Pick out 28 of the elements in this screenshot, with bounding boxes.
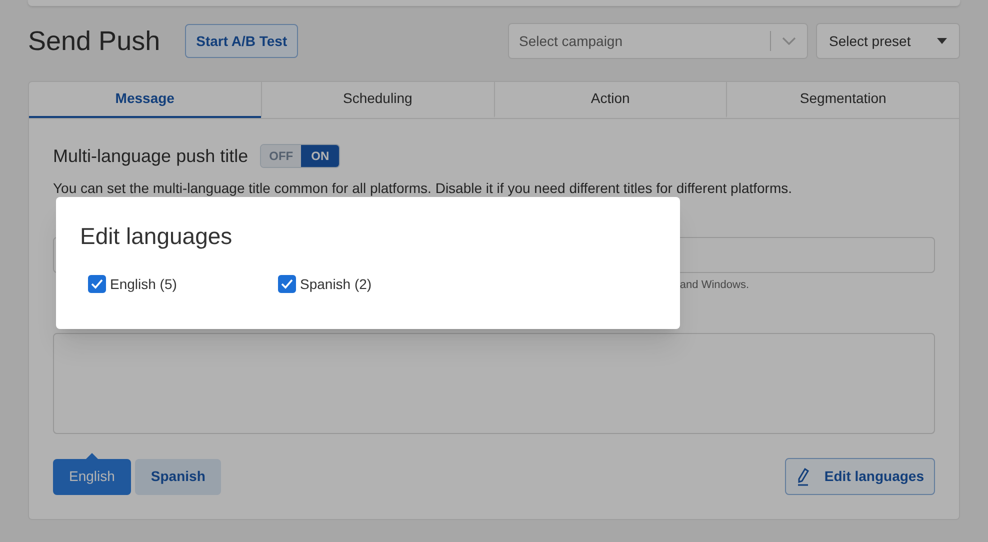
caret-down-icon (937, 38, 947, 44)
select-placeholder: Select preset (829, 32, 911, 51)
modal-title: Edit languages (80, 222, 234, 251)
checkbox-label: Spanish (2) (300, 274, 372, 294)
tab[interactable]: Scheduling (260, 82, 494, 118)
tab[interactable]: Message (29, 82, 261, 118)
pencil-icon (796, 468, 810, 486)
tab[interactable]: Action (494, 82, 726, 118)
checkbox-label: English (5) (110, 274, 177, 294)
language-button[interactable]: English (53, 458, 131, 494)
description-text: You can set the multi-language title common for all platforms. Disable it if you need different titles for different platforms. (53, 178, 794, 198)
language-button[interactable]: Spanish (134, 458, 222, 494)
edit-languages-button[interactable]: Edit languages (785, 458, 935, 495)
toggle-off-label: OFF (261, 145, 302, 167)
ab-test-button[interactable]: Start A/B Test (185, 24, 298, 58)
toggle-on-label: ON (301, 145, 340, 167)
language-toggle[interactable]: OFF ON (260, 144, 340, 168)
section-label: Multi-language push title (53, 144, 248, 168)
preset-select[interactable]: Select preset (816, 23, 960, 59)
tab[interactable]: Segmentation (726, 82, 959, 118)
checkbox[interactable] (88, 275, 106, 293)
select-placeholder: Select campaign (518, 32, 624, 51)
page-title: Send Push (28, 24, 160, 58)
checkbox[interactable] (278, 275, 296, 293)
hint-text: and Windows. (680, 278, 749, 292)
campaign-select[interactable]: Select campaign (508, 23, 808, 59)
chevron-down-icon (782, 37, 796, 45)
pointer-arrow (86, 452, 98, 458)
